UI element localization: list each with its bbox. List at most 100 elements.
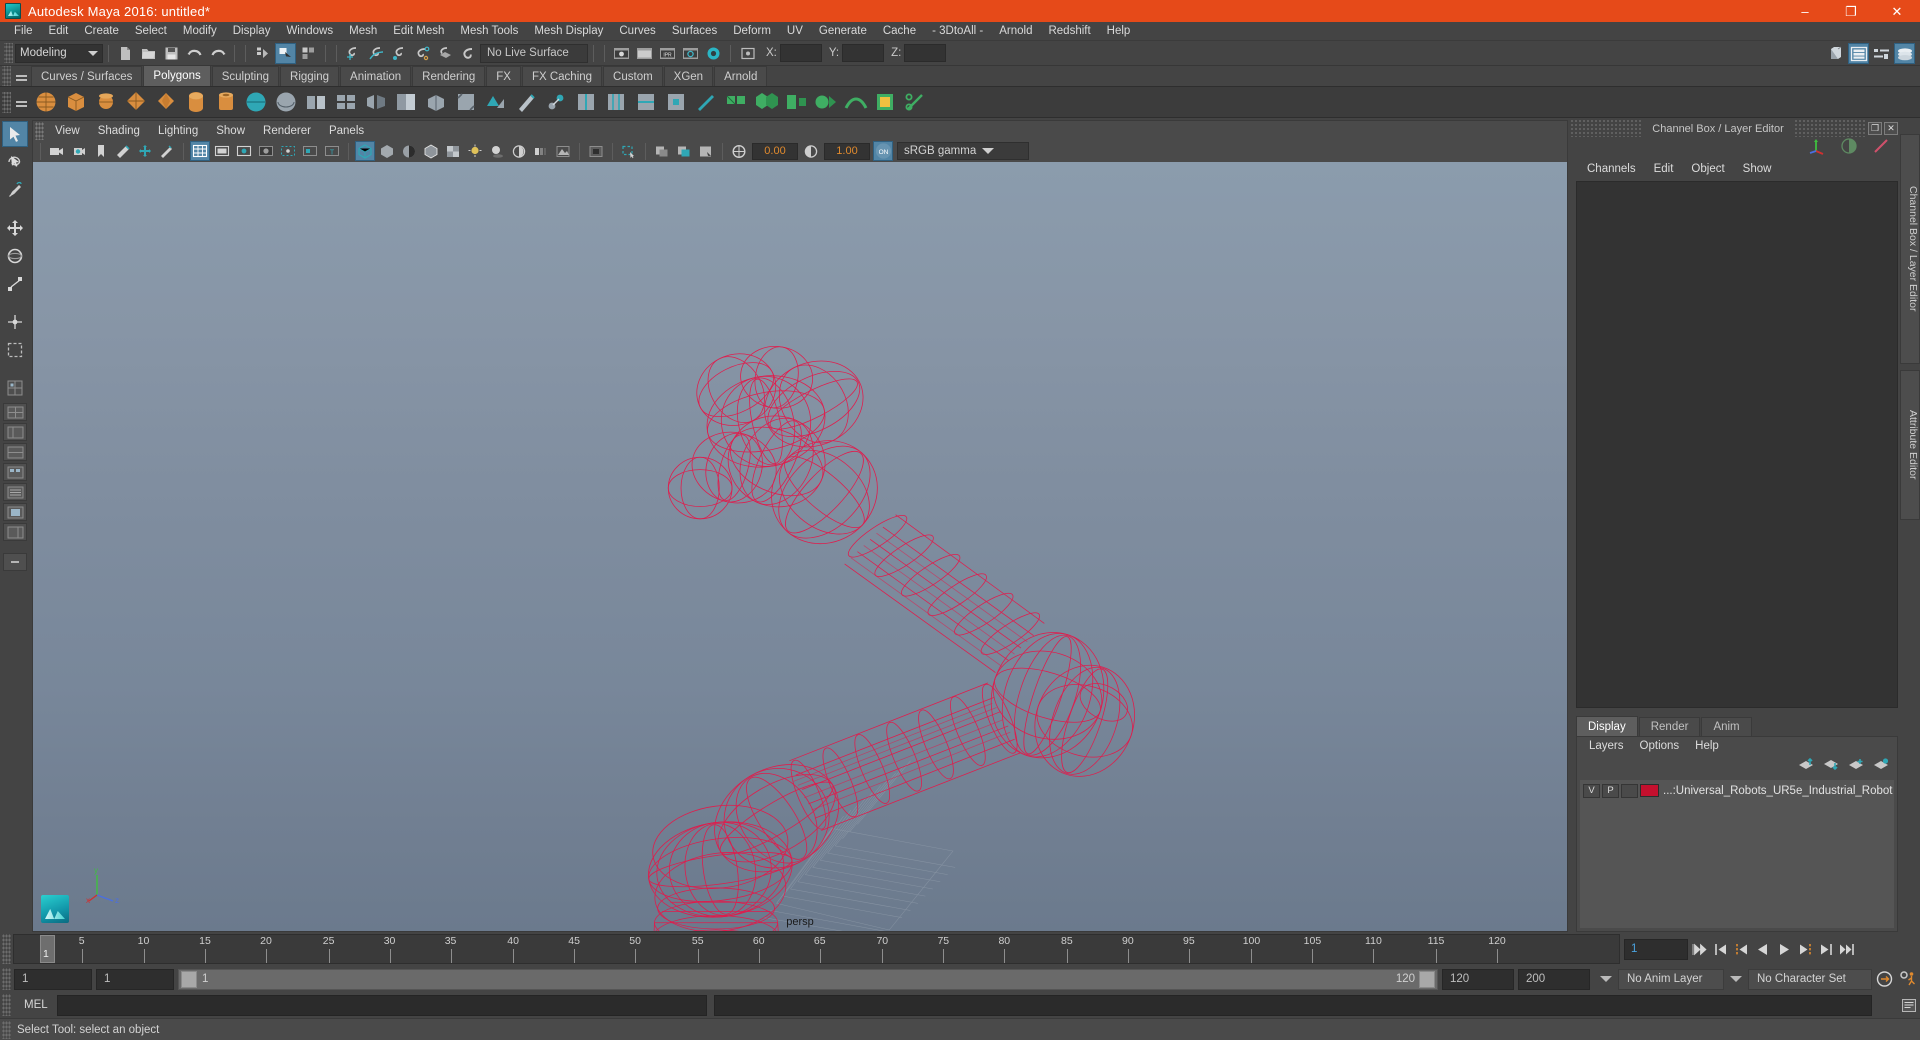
shelf-tab-arnold[interactable]: Arnold — [714, 66, 768, 86]
command-input-field[interactable] — [56, 994, 707, 1016]
anim-layer-chevron-down-icon[interactable] — [1600, 976, 1612, 982]
sculpt-mesh-icon[interactable] — [693, 89, 719, 115]
viewport-menu-show[interactable]: Show — [207, 121, 254, 141]
menu-display[interactable]: Display — [225, 22, 279, 41]
hypershade-button[interactable] — [703, 43, 724, 64]
time-slider[interactable]: 1 5 10 15 20 25 30 35 40 45 50 55 60 65 … — [13, 934, 1620, 964]
time-slider-grip[interactable] — [2, 934, 11, 964]
bookmark-icon[interactable] — [91, 141, 111, 161]
shelf-tab-fx-caching[interactable]: FX Caching — [521, 66, 603, 86]
range-start-handle[interactable] — [181, 970, 197, 988]
step-forward-frame-button[interactable] — [1795, 939, 1814, 960]
hypershade-layout-button[interactable] — [3, 463, 27, 481]
grease-pencil-icon[interactable] — [157, 141, 177, 161]
polygon-pipe-icon[interactable] — [213, 89, 239, 115]
undo-button[interactable] — [184, 43, 205, 64]
uv-editor-icon[interactable] — [873, 89, 899, 115]
perspective-viewport[interactable]: persp y x z — [32, 162, 1568, 932]
smooth-shade-selected-icon[interactable] — [399, 141, 419, 161]
ipr-render-button[interactable]: IPR — [657, 43, 678, 64]
playback-end-time-field[interactable]: 120 — [1442, 968, 1514, 990]
close-button[interactable]: ✕ — [1874, 0, 1920, 22]
menu-generate[interactable]: Generate — [811, 22, 875, 41]
toggle-layer-color-icon[interactable] — [1872, 137, 1890, 160]
menu-mesh-tools[interactable]: Mesh Tools — [452, 22, 526, 41]
panel-close-button[interactable]: ✕ — [1884, 122, 1898, 135]
playback-current-time-indicator[interactable]: 1 — [40, 935, 55, 963]
paint-selection-tool-button[interactable] — [2, 177, 28, 203]
polygon-cone-icon[interactable] — [123, 89, 149, 115]
smooth-shade-all-icon[interactable] — [377, 141, 397, 161]
character-set-chevron-down-icon[interactable] — [1730, 976, 1742, 982]
maximize-button[interactable]: ❐ — [1828, 0, 1874, 22]
shelf-tab-sculpting[interactable]: Sculpting — [211, 66, 280, 86]
coord-y-input[interactable] — [842, 44, 885, 62]
show-hide-tool-settings-button[interactable] — [1871, 43, 1892, 64]
coord-z-input[interactable] — [904, 44, 947, 62]
combine-mesh-icon[interactable] — [303, 89, 329, 115]
show-hide-ui-icon[interactable] — [278, 141, 298, 161]
shelf-toolbar-grip[interactable] — [2, 91, 11, 113]
gamma-value-field[interactable]: 1.00 — [824, 142, 870, 160]
wireframe-on-shaded-icon[interactable] — [421, 141, 441, 161]
outliner-layout-button[interactable] — [3, 483, 27, 501]
select-camera-icon[interactable] — [47, 141, 67, 161]
move-tool-button[interactable] — [2, 215, 28, 241]
select-by-object-type-button[interactable] — [275, 42, 296, 64]
grid-toggle-icon[interactable] — [190, 141, 210, 161]
select-by-hierarchy-button[interactable] — [252, 43, 273, 64]
connect-components-icon[interactable] — [633, 89, 659, 115]
multisample-aa-icon[interactable] — [553, 141, 573, 161]
polygon-plane-icon[interactable] — [183, 89, 209, 115]
menu-edit-mesh[interactable]: Edit Mesh — [385, 22, 452, 41]
persp-outliner-layout-button[interactable] — [3, 423, 27, 441]
menu-deform[interactable]: Deform — [725, 22, 779, 41]
show-hide-modeling-toolkit-button[interactable] — [1825, 43, 1846, 64]
display-layer-list[interactable]: V P ...:Universal_Robots_UR5e_Industrial… — [1580, 780, 1894, 928]
layer-menu-help[interactable]: Help — [1687, 737, 1727, 756]
animation-start-time-field[interactable]: 1 — [14, 968, 92, 990]
playback-start-time-field[interactable]: 1 — [96, 968, 174, 990]
statusline-grip-handle[interactable] — [4, 43, 13, 63]
insert-edge-loop-icon[interactable] — [573, 89, 599, 115]
range-end-handle[interactable] — [1419, 970, 1435, 988]
menu-arnold[interactable]: Arnold — [991, 22, 1040, 41]
shelf-grip-handle[interactable] — [2, 65, 11, 86]
polygon-torus-icon[interactable] — [153, 89, 179, 115]
layer-state-toggle[interactable] — [1621, 783, 1638, 798]
menu-curves[interactable]: Curves — [611, 22, 663, 41]
channel-menu-object[interactable]: Object — [1682, 159, 1733, 179]
multi-cut-icon[interactable] — [513, 89, 539, 115]
polygon-cube-icon[interactable] — [63, 89, 89, 115]
animation-preferences-icon[interactable] — [1896, 968, 1920, 990]
boolean-icon[interactable] — [393, 89, 419, 115]
show-hide-attribute-editor-button[interactable] — [1848, 43, 1869, 64]
current-frame-field[interactable]: 1 — [1624, 938, 1688, 960]
viewport-menu-shading[interactable]: Shading — [89, 121, 149, 141]
select-tool-button[interactable] — [2, 121, 28, 147]
shelf-tab-curves-surfaces[interactable]: Curves / Surfaces — [31, 66, 143, 86]
motion-blur-icon[interactable] — [531, 141, 551, 161]
anim-layer-selector[interactable]: No Anim Layer — [1618, 968, 1724, 990]
toggle-shading-icon[interactable] — [1840, 137, 1858, 160]
screen-space-ao-icon[interactable] — [509, 141, 529, 161]
menu-surfaces[interactable]: Surfaces — [664, 22, 725, 41]
step-back-frame-button[interactable] — [1732, 939, 1751, 960]
gamma-icon[interactable] — [801, 141, 821, 161]
layer-color-swatch[interactable] — [1640, 784, 1659, 797]
minimize-button[interactable]: – — [1782, 0, 1828, 22]
shelf-menu-button[interactable] — [11, 65, 31, 86]
menu-edit[interactable]: Edit — [41, 22, 77, 41]
shelf-tab-rendering[interactable]: Rendering — [412, 66, 486, 86]
camera-attributes-icon[interactable] — [69, 141, 89, 161]
channel-menu-show[interactable]: Show — [1734, 159, 1781, 179]
two-d-pan-zoom-icon[interactable] — [135, 141, 155, 161]
snap-to-view-planes-button[interactable] — [435, 43, 456, 64]
polygon-sphere-icon[interactable] — [33, 89, 59, 115]
menu-cache[interactable]: Cache — [875, 22, 924, 41]
shelf-tab-animation[interactable]: Animation — [340, 66, 412, 86]
xray-active-components-icon[interactable] — [696, 141, 716, 161]
step-forward-key-button[interactable] — [1816, 939, 1835, 960]
layer-tab-render[interactable]: Render — [1638, 717, 1701, 736]
snap-to-curve-button[interactable] — [366, 43, 387, 64]
